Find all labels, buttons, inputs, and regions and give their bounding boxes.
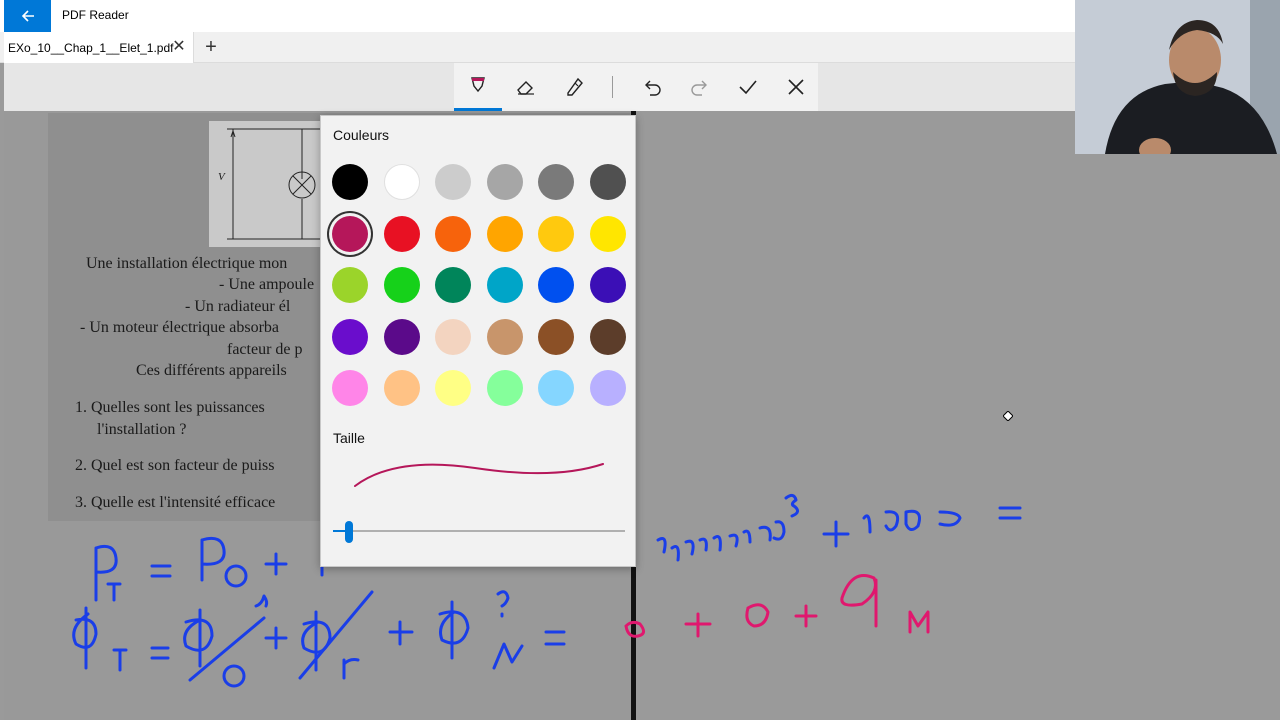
color-swatch[interactable]	[538, 164, 574, 200]
webcam-overlay	[1075, 0, 1280, 154]
color-swatch[interactable]	[589, 164, 626, 200]
color-swatch[interactable]	[383, 164, 420, 200]
color-swatch[interactable]	[486, 318, 523, 355]
color-swatch[interactable]	[332, 318, 368, 355]
color-swatch[interactable]	[383, 267, 420, 303]
color-swatch[interactable]	[435, 318, 471, 355]
color-swatch[interactable]	[538, 267, 574, 303]
color-swatch[interactable]	[332, 164, 368, 200]
color-swatch[interactable]	[435, 215, 471, 252]
color-swatch[interactable]	[538, 370, 574, 406]
size-slider-thumb[interactable]	[345, 521, 353, 543]
colors-heading: Couleurs	[333, 127, 390, 143]
color-swatch[interactable]	[332, 370, 368, 406]
color-swatch[interactable]	[332, 267, 368, 303]
color-swatch[interactable]	[538, 318, 574, 355]
color-swatch[interactable]	[589, 215, 626, 252]
color-swatch[interactable]	[383, 215, 420, 252]
color-swatch[interactable]	[435, 164, 471, 200]
color-swatch[interactable]	[486, 164, 523, 200]
color-swatch[interactable]	[435, 370, 471, 406]
color-swatch[interactable]	[486, 267, 523, 303]
color-swatch[interactable]	[486, 370, 523, 406]
size-heading: Taille	[333, 430, 365, 446]
color-swatch[interactable]	[383, 318, 420, 355]
cursor-icon	[1003, 411, 1013, 421]
color-swatch[interactable]	[332, 215, 368, 252]
color-swatch[interactable]	[589, 370, 626, 406]
size-slider-track[interactable]	[333, 530, 625, 532]
color-swatch[interactable]	[383, 370, 420, 406]
color-swatch[interactable]	[486, 215, 523, 252]
stroke-preview	[354, 463, 604, 487]
color-swatch[interactable]	[589, 318, 626, 355]
color-swatch[interactable]	[589, 267, 626, 303]
pen-color-popup: Couleurs Taille	[320, 115, 636, 567]
color-swatch[interactable]	[538, 215, 574, 252]
color-swatch[interactable]	[435, 267, 471, 303]
